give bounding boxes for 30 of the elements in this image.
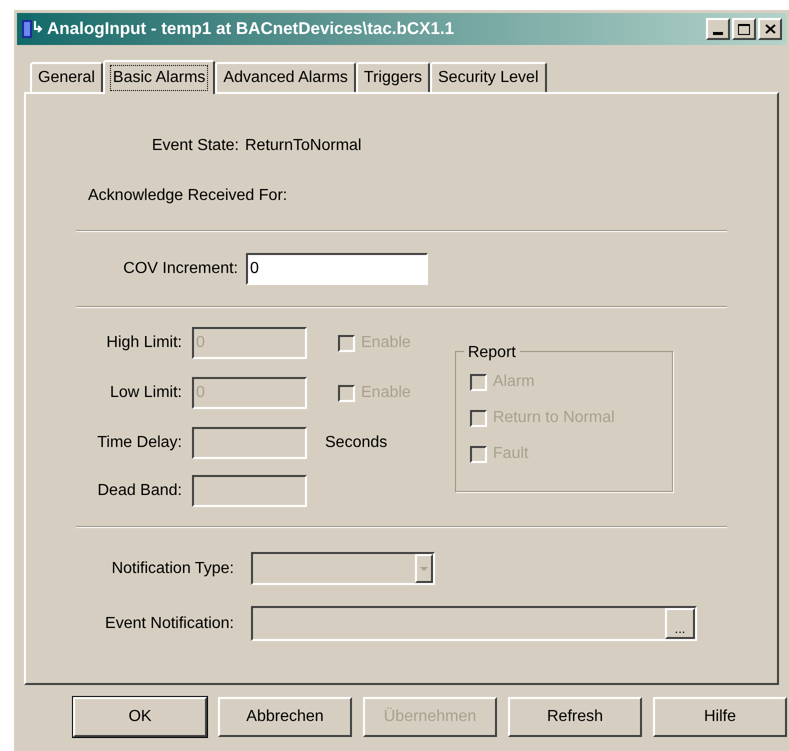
minimize-icon xyxy=(713,32,723,35)
app-icon xyxy=(21,18,43,40)
acknowledge-label: Acknowledge Received For: xyxy=(88,186,288,206)
dead-band-label: Dead Band: xyxy=(96,481,182,501)
tab[interactable]: Triggers xyxy=(356,62,430,92)
maximize-icon xyxy=(738,24,750,34)
close-button[interactable] xyxy=(758,18,782,40)
dialog-button[interactable]: Abbrechen xyxy=(218,697,352,737)
dropdown-arrow-icon xyxy=(420,566,428,570)
close-icon xyxy=(764,24,776,34)
tab[interactable]: Advanced Alarms xyxy=(215,62,356,92)
dialog-button[interactable]: Hilfe xyxy=(653,697,787,737)
cov-increment-field[interactable]: 0 xyxy=(246,253,428,285)
limit-label: Low Limit: xyxy=(108,383,182,403)
event-state-value: ReturnToNormal xyxy=(245,136,362,156)
limit-label: High Limit: xyxy=(105,333,182,353)
dialog-button[interactable]: Refresh xyxy=(508,697,642,737)
minimize-button[interactable] xyxy=(706,18,730,40)
event-state-label: Event State: xyxy=(150,136,239,156)
notification-type-label: Notification Type: xyxy=(110,558,234,578)
event-notification-label: Event Notification: xyxy=(104,614,234,634)
seconds-label: Seconds xyxy=(325,433,388,453)
tab[interactable]: General xyxy=(30,62,103,92)
maximize-button[interactable] xyxy=(732,18,756,40)
cov-increment-label: COV Increment: xyxy=(122,259,238,279)
dialog-button[interactable]: OK xyxy=(73,697,207,737)
tab[interactable]: Basic Alarms xyxy=(102,60,216,94)
tab[interactable]: Security Level xyxy=(430,62,546,92)
time-delay-label: Time Delay: xyxy=(96,433,182,453)
window-title: AnalogInput - temp1 at BACnetDevices\tac.bCX1.1 xyxy=(47,18,454,40)
